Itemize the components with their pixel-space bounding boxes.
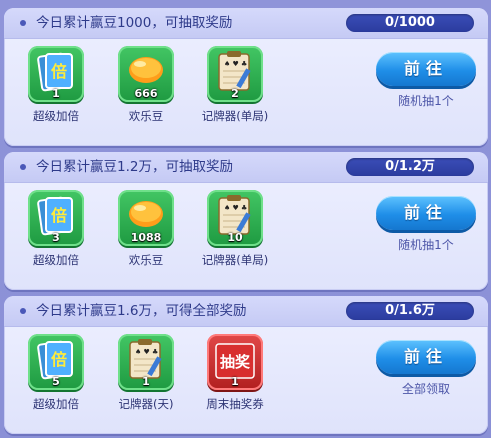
reward-label: 记牌器(单局) [201, 109, 269, 123]
reward-item: 1088 欢乐豆 [116, 190, 176, 268]
ticket-text: 抽奖 [220, 353, 251, 371]
task-title: 今日累计赢豆1.6万，可得全部奖励 [36, 303, 247, 319]
card-counter-icon: ♠ ♥ ♣ 10 [207, 190, 263, 246]
svg-text:♠ ♥ ♣: ♠ ♥ ♣ [135, 348, 158, 356]
reward-label: 欢乐豆 [128, 253, 164, 267]
reward-label: 超级加倍 [33, 109, 79, 123]
task-card-2: 今日累计赢豆1.2万，可抽取奖励 0/1.2万 倍 3 超级加倍 1088 欢乐… [4, 152, 488, 290]
go-button[interactable]: 前往 [376, 196, 476, 230]
reward-count: 666 [134, 87, 158, 100]
progress-counter: 0/1.2万 [346, 158, 474, 176]
task-header: 今日累计赢豆1.6万，可得全部奖励 0/1.6万 [4, 296, 488, 327]
svg-text:♠ ♥ ♣: ♠ ♥ ♣ [224, 60, 247, 68]
reward-item: 倍 1 超级加倍 [26, 46, 86, 124]
bullet-icon [20, 308, 26, 314]
reward-count: 10 [227, 231, 243, 244]
go-button[interactable]: 前往 [376, 52, 476, 86]
reward-count: 5 [52, 375, 60, 388]
progress-counter: 0/1000 [346, 14, 474, 32]
task-card-1: 今日累计赢豆1000，可抽取奖励 0/1000 倍 1 超级加倍 666 欢乐豆 [4, 8, 488, 146]
task-card-3: 今日累计赢豆1.6万，可得全部奖励 0/1.6万 倍 5 超级加倍 ♠ ♥ ♣ [4, 296, 488, 434]
reward-label: 周末抽奖券 [206, 397, 264, 411]
reward-note: 随机抽1个 [398, 94, 454, 108]
reward-label: 超级加倍 [33, 253, 79, 267]
double-card-icon: 倍 1 [28, 46, 84, 102]
reward-count: 1 [231, 375, 239, 388]
reward-count: 3 [52, 231, 60, 244]
progress-counter: 0/1.6万 [346, 302, 474, 320]
reward-note: 随机抽1个 [398, 238, 454, 252]
reward-note: 全部领取 [401, 382, 450, 396]
svg-text:倍: 倍 [51, 206, 67, 225]
card-counter-icon: ♠ ♥ ♣ 2 [207, 46, 263, 102]
double-card-icon: 倍 3 [28, 190, 84, 246]
task-header: 今日累计赢豆1000，可抽取奖励 0/1000 [4, 8, 488, 39]
svg-text:倍: 倍 [51, 62, 67, 81]
reward-item: ♠ ♥ ♣ 1 记牌器(天) [116, 334, 176, 412]
svg-text:♠ ♥ ♣: ♠ ♥ ♣ [224, 204, 247, 212]
bean-icon: 1088 [118, 190, 174, 246]
reward-count: 1088 [130, 231, 162, 244]
task-title: 今日累计赢豆1.2万，可抽取奖励 [36, 159, 233, 175]
reward-item: 666 欢乐豆 [116, 46, 176, 124]
task-title: 今日累计赢豆1000，可抽取奖励 [36, 15, 233, 31]
reward-count: 1 [142, 375, 150, 388]
reward-label: 超级加倍 [33, 397, 79, 411]
bean-icon: 666 [118, 46, 174, 102]
task-header: 今日累计赢豆1.2万，可抽取奖励 0/1.2万 [4, 152, 488, 183]
reward-count: 1 [52, 87, 60, 100]
reward-item: 倍 5 超级加倍 [26, 334, 86, 412]
bullet-icon [20, 164, 26, 170]
reward-label: 记牌器(单局) [201, 253, 269, 267]
reward-label: 记牌器(天) [118, 397, 174, 411]
double-card-icon: 倍 5 [28, 334, 84, 390]
bullet-icon [20, 20, 26, 26]
reward-item: ♠ ♥ ♣ 10 记牌器(单局) [202, 190, 268, 268]
weekend-lottery-ticket-icon: 抽奖 1 [207, 334, 263, 390]
reward-item: 倍 3 超级加倍 [26, 190, 86, 268]
reward-count: 2 [231, 87, 239, 100]
reward-item: ♠ ♥ ♣ 2 记牌器(单局) [202, 46, 268, 124]
reward-label: 欢乐豆 [128, 109, 164, 123]
reward-item: 抽奖 1 周末抽奖券 [205, 334, 265, 412]
card-counter-icon: ♠ ♥ ♣ 1 [118, 334, 174, 390]
go-button[interactable]: 前往 [376, 340, 476, 374]
svg-text:倍: 倍 [51, 350, 67, 369]
